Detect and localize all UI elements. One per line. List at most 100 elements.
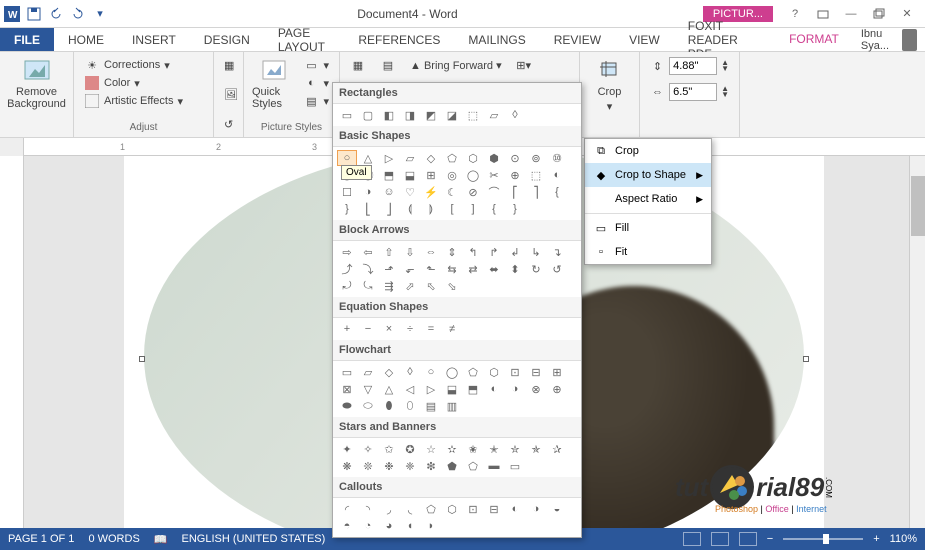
tab-insert[interactable]: INSERT [118,28,190,51]
shape-option[interactable]: ÷ [400,321,420,337]
vertical-ruler[interactable] [0,156,24,534]
shape-option[interactable]: + [337,321,357,337]
zoom-slider[interactable] [783,538,863,540]
shape-option[interactable]: ⬚ [526,167,546,183]
status-language[interactable]: ENGLISH (UNITED STATES) [181,533,325,545]
shape-option[interactable]: ⬬ [337,398,357,414]
shape-option[interactable]: ▤ [421,398,441,414]
tab-page-layout[interactable]: PAGE LAYOUT [264,28,345,51]
shape-option[interactable]: ◕ [379,518,399,534]
color-button[interactable]: Color ▾ [82,74,205,92]
shape-option[interactable]: ⬭ [358,398,378,414]
shape-option[interactable]: ↲ [505,244,525,260]
shape-option[interactable]: ⬟ [442,458,462,474]
shape-option[interactable]: ⬯ [400,398,420,414]
shape-option[interactable]: ◯ [463,167,483,183]
align-icon[interactable]: ⊞▾ [516,57,532,73]
shape-option[interactable]: ▢ [358,107,378,123]
shape-option[interactable]: ▽ [358,381,378,397]
shape-option[interactable]: ❇ [421,458,441,474]
shape-option[interactable]: ◎ [442,167,462,183]
change-picture-button[interactable]: 🖼 [222,86,235,104]
shape-option[interactable]: ⇆ [442,261,462,277]
restore-icon[interactable] [869,4,889,24]
tab-design[interactable]: DESIGN [190,28,264,51]
tab-format[interactable]: FORMAT [775,28,853,51]
shape-option[interactable]: ◓ [337,518,357,534]
crop-item-crop[interactable]: ⧉Crop [585,139,711,163]
web-layout-button[interactable] [739,532,757,546]
shape-option[interactable]: ✮ [505,441,525,457]
save-icon[interactable] [26,6,42,22]
shape-option[interactable]: ↻ [526,261,546,277]
height-spinner[interactable]: ▲▼ [721,60,729,73]
qat-customize-icon[interactable]: ▾ [92,6,108,22]
print-layout-button[interactable] [711,532,729,546]
shape-option[interactable]: { [484,201,504,217]
shape-option[interactable]: ◔ [358,518,378,534]
shape-option[interactable]: ☺ [379,184,399,200]
remove-background-button[interactable]: Remove Background [8,56,65,110]
shape-option[interactable]: ⚡ [421,184,441,200]
width-input[interactable] [669,83,717,101]
zoom-out-button[interactable]: − [767,533,773,545]
shape-option[interactable]: ⬍ [505,261,525,277]
shape-option[interactable]: ⊗ [526,381,546,397]
shape-option[interactable]: ◐ [505,501,525,517]
shape-option[interactable]: ⬢ [484,150,504,166]
tab-review[interactable]: REVIEW [540,28,615,51]
shape-option[interactable]: ▬ [484,458,504,474]
shape-option[interactable]: ◝ [358,501,378,517]
shape-option[interactable]: ◑ [358,184,378,200]
shape-option[interactable]: ◊ [505,107,525,123]
shape-option[interactable]: ▷ [379,150,399,166]
shape-option[interactable]: } [337,201,357,217]
shape-option[interactable]: ▷ [421,381,441,397]
shape-option[interactable]: ❋ [337,458,357,474]
shape-option[interactable]: ◖ [400,518,420,534]
tab-file[interactable]: FILE [0,28,54,51]
shape-option[interactable]: ⬑ [421,261,441,277]
shape-option[interactable]: ⬡ [484,364,504,380]
shape-option[interactable]: ⊘ [463,184,483,200]
shape-option[interactable]: [ [442,201,462,217]
shape-option[interactable]: ▭ [337,107,357,123]
shape-option[interactable]: ⬠ [421,501,441,517]
shape-option[interactable]: ⇕ [442,244,462,260]
shape-option[interactable]: ◁ [400,381,420,397]
shape-option[interactable]: ↱ [484,244,504,260]
shape-option[interactable]: ◑ [505,381,525,397]
shape-option[interactable]: ✪ [400,441,420,457]
shape-option[interactable]: ⤿ [358,278,378,294]
user-avatar-icon[interactable] [902,29,917,51]
shape-option[interactable]: ⊙ [505,150,525,166]
shape-option[interactable]: ⬮ [379,398,399,414]
shape-option[interactable]: ◊ [400,364,420,380]
shape-option[interactable]: ▭ [337,364,357,380]
shape-option[interactable]: ⬀ [400,278,420,294]
status-words[interactable]: 0 WORDS [88,533,139,545]
shape-option[interactable]: ✭ [484,441,504,457]
shape-option[interactable]: ⬠ [463,458,483,474]
shape-option[interactable]: ☾ [442,184,462,200]
crop-item-shape[interactable]: ◆Crop to Shape▶ [585,163,711,187]
shape-option[interactable]: ⇩ [400,244,420,260]
shape-option[interactable]: ✦ [337,441,357,457]
shape-option[interactable]: { [547,184,567,200]
shape-option[interactable]: } [505,201,525,217]
shape-option[interactable]: ◧ [379,107,399,123]
bring-forward-button[interactable]: ▲ Bring Forward ▾ [410,59,502,72]
shape-option[interactable]: ⎤ [526,184,546,200]
shape-option[interactable]: ⬚ [463,107,483,123]
shape-option[interactable]: ⊚ [526,150,546,166]
shape-option[interactable]: △ [358,150,378,166]
tab-mailings[interactable]: MAILINGS [454,28,539,51]
shape-option[interactable]: ◐ [484,381,504,397]
shape-option[interactable]: ◇ [421,150,441,166]
shape-option[interactable]: ⬂ [442,278,462,294]
shape-option[interactable]: ⊟ [484,501,504,517]
shape-option[interactable]: ⤵ [358,261,378,277]
vertical-scrollbar[interactable] [909,156,925,534]
crop-item-fit[interactable]: ▫Fit [585,240,711,264]
crop-item-fill[interactable]: ▭Fill [585,216,711,240]
